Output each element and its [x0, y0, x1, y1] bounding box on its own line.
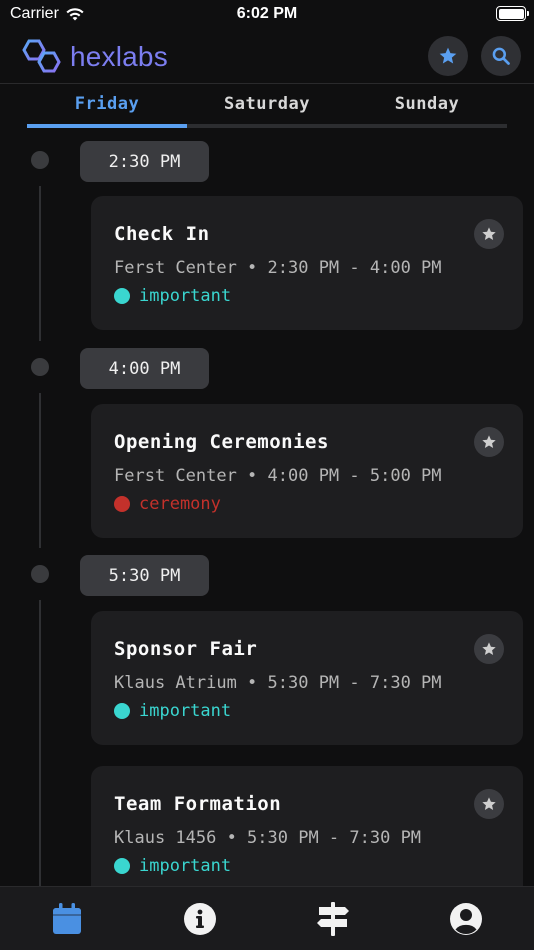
tag-dot — [114, 703, 130, 719]
schedule-timeline[interactable]: 2:30 PM Check In Ferst Center • 2:30 PM … — [0, 128, 534, 886]
event-title: Team Formation — [114, 793, 282, 815]
star-icon — [439, 47, 457, 64]
event-card[interactable]: Team Formation Klaus 1456 • 5:30 PM - 7:… — [91, 766, 523, 886]
nav-info[interactable] — [182, 901, 218, 937]
tag-dot — [114, 858, 130, 874]
nav-profile[interactable] — [448, 901, 484, 937]
day-tabs: Friday Saturday Sunday — [27, 84, 507, 128]
favorite-button[interactable] — [474, 789, 504, 819]
search-icon — [492, 47, 510, 65]
favorite-button[interactable] — [474, 219, 504, 249]
event-tag: important — [114, 701, 231, 721]
event-meta: Ferst Center • 2:30 PM - 4:00 PM — [114, 258, 442, 278]
status-bar: Carrier 6:02 PM — [0, 0, 534, 30]
tab-saturday[interactable]: Saturday — [187, 94, 347, 114]
timeline-dot — [31, 151, 49, 169]
tab-friday[interactable]: Friday — [27, 94, 187, 114]
event-meta: Klaus Atrium • 5:30 PM - 7:30 PM — [114, 673, 442, 693]
timeline-line — [39, 600, 41, 886]
timeline-line — [39, 393, 41, 548]
user-icon — [450, 903, 482, 935]
tag-label: ceremony — [139, 494, 221, 514]
nav-schedule[interactable] — [49, 901, 85, 937]
event-card[interactable]: Sponsor Fair Klaus Atrium • 5:30 PM - 7:… — [91, 611, 523, 745]
clock: 6:02 PM — [236, 5, 298, 22]
timeline-line — [39, 186, 41, 341]
event-title: Sponsor Fair — [114, 638, 258, 660]
star-icon — [482, 227, 496, 240]
event-tag: important — [114, 856, 231, 876]
tag-dot — [114, 496, 130, 512]
time-slot-label: 4:00 PM — [80, 348, 209, 389]
event-title: Opening Ceremonies — [114, 431, 329, 453]
event-card[interactable]: Opening Ceremonies Ferst Center • 4:00 P… — [91, 404, 523, 538]
favorites-button[interactable] — [428, 36, 468, 76]
timeline-dot — [31, 358, 49, 376]
signpost-icon — [317, 902, 349, 936]
favorite-button[interactable] — [474, 634, 504, 664]
battery-icon — [496, 6, 529, 21]
time-slot-label: 2:30 PM — [80, 141, 209, 182]
tag-label: important — [139, 701, 232, 721]
logo[interactable]: hexlabs — [20, 38, 168, 76]
favorite-button[interactable] — [474, 427, 504, 457]
tag-dot — [114, 288, 130, 304]
tab-sunday[interactable]: Sunday — [347, 94, 507, 114]
hexagon-logo-icon — [22, 39, 61, 73]
timeline-dot — [31, 565, 49, 583]
event-title: Check In — [114, 223, 210, 245]
event-tag: ceremony — [114, 494, 221, 514]
star-icon — [482, 642, 496, 655]
tag-label: important — [139, 856, 232, 876]
tag-label: important — [139, 286, 232, 306]
event-meta: Ferst Center • 4:00 PM - 5:00 PM — [114, 466, 442, 486]
app-header: hexlabs — [0, 30, 534, 84]
event-tag: important — [114, 286, 231, 306]
event-meta: Klaus 1456 • 5:30 PM - 7:30 PM — [114, 828, 422, 848]
nav-directions[interactable] — [315, 901, 351, 937]
search-button[interactable] — [481, 36, 521, 76]
logo-text: hexlabs — [70, 41, 168, 72]
event-card[interactable]: Check In Ferst Center • 2:30 PM - 4:00 P… — [91, 196, 523, 330]
time-slot-label: 5:30 PM — [80, 555, 209, 596]
star-icon — [482, 435, 496, 448]
calendar-icon — [53, 903, 81, 934]
star-icon — [482, 797, 496, 810]
bottom-nav — [0, 886, 534, 950]
info-icon — [184, 903, 216, 935]
